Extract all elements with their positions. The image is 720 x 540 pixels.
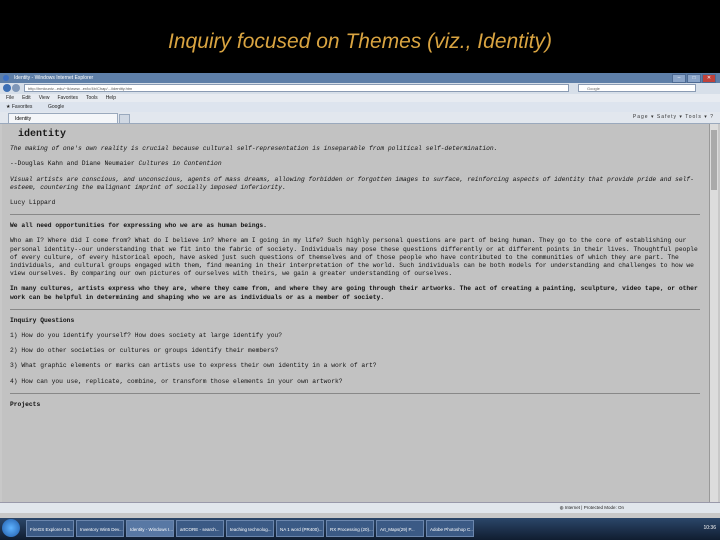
task-item[interactable]: Identity - Windows I... xyxy=(126,520,174,537)
inquiry-heading: Inquiry Questions xyxy=(10,316,75,324)
menu-favorites[interactable]: Favorites xyxy=(57,94,78,102)
window-controls: – □ ✕ xyxy=(672,74,716,83)
globe-icon: ◍ xyxy=(559,505,564,510)
address-bar: http://hmlcuniv...edu/~lk/www...er/ic/4b… xyxy=(0,83,720,94)
question-2: 2) How do other societies or cultures or… xyxy=(10,347,279,355)
projects-heading: Projects xyxy=(10,400,41,408)
browser-screenshot: Identity - Windows Internet Explorer – □… xyxy=(0,73,720,518)
minimize-button[interactable]: – xyxy=(672,74,686,83)
document: identity The making of one's own reality… xyxy=(10,129,700,207)
star-icon: ★ xyxy=(6,104,11,110)
close-button[interactable]: ✕ xyxy=(702,74,716,83)
lippard-attribution: Lucy Lippard xyxy=(10,199,56,207)
divider xyxy=(10,392,700,394)
task-item[interactable]: Inventory Win5 Dev... xyxy=(76,520,124,537)
command-toolbar[interactable]: Page ▾ Safety ▾ Tools ▾ ? xyxy=(633,113,714,122)
document-body: We all need opportunities for expressing… xyxy=(10,222,700,302)
menu-help[interactable]: Help xyxy=(106,94,116,102)
task-item[interactable]: artCORE - search... xyxy=(176,520,224,537)
forward-button[interactable] xyxy=(12,84,20,92)
menu-file[interactable]: File xyxy=(6,94,14,102)
section-heading: We all need opportunities for expressing… xyxy=(10,222,267,230)
search-input[interactable]: Google xyxy=(578,84,696,92)
tab-row: Identity Page ▾ Safety ▾ Tools ▾ ? xyxy=(0,112,720,124)
maximize-button[interactable]: □ xyxy=(687,74,701,83)
menu-edit[interactable]: Edit xyxy=(22,94,31,102)
quote-attribution: --Douglas Kahn and Diane Neumaier Cultur… xyxy=(10,160,222,168)
slide-title: Inquiry focused on Themes (viz., Identit… xyxy=(168,30,552,53)
system-clock[interactable]: 10:36 xyxy=(703,520,716,537)
paragraph-1: Who am I? Where did I come from? What do… xyxy=(10,237,698,278)
page-heading: identity xyxy=(18,129,67,140)
page-content: identity The making of one's own reality… xyxy=(2,124,709,502)
paragraph-2: In many cultures, artists express who th… xyxy=(10,285,698,301)
task-item[interactable]: Art_Maps(29) P... xyxy=(376,520,424,537)
task-item[interactable]: FireGS Explorer 6.5... xyxy=(26,520,74,537)
question-3: 3) What graphic elements or marks can ar… xyxy=(10,362,377,370)
task-list: FireGS Explorer 6.5... Inventory Win5 De… xyxy=(26,520,474,537)
inquiry-section: Inquiry Questions 1) How do you identify… xyxy=(10,317,700,386)
favorite-google[interactable]: Google xyxy=(48,103,64,111)
lippard-quote: Visual artists are conscious, and uncons… xyxy=(10,175,694,191)
task-item[interactable]: RX Processing (20)... xyxy=(326,520,374,537)
scroll-thumb[interactable] xyxy=(711,130,717,190)
divider xyxy=(10,308,700,310)
back-button[interactable] xyxy=(3,84,11,92)
window-title: Identity - Windows Internet Explorer xyxy=(14,75,94,81)
start-button[interactable] xyxy=(2,519,20,537)
ie-icon xyxy=(3,75,9,81)
task-item[interactable]: Adobe Photoshop C... xyxy=(426,520,474,537)
question-4: 4) How can you use, replicate, combine, … xyxy=(10,377,343,385)
menu-tools[interactable]: Tools xyxy=(86,94,98,102)
taskbar: FireGS Explorer 6.5... Inventory Win5 De… xyxy=(0,518,720,540)
divider xyxy=(10,214,700,216)
opening-quote: The making of one's own reality is cruci… xyxy=(10,145,498,153)
url-input[interactable]: http://hmlcuniv...edu/~lk/www...er/ic/4b… xyxy=(24,84,569,92)
projects-section: Projects xyxy=(10,401,700,409)
vertical-scrollbar[interactable] xyxy=(709,124,718,502)
favorites-button[interactable]: ★ Favorites xyxy=(6,103,32,111)
task-item[interactable]: teaching technolog... xyxy=(226,520,274,537)
menu-view[interactable]: View xyxy=(39,94,50,102)
favorites-bar: ★ Favorites Google xyxy=(0,102,720,112)
new-tab-button[interactable] xyxy=(119,114,130,124)
task-item[interactable]: NA 1 word (PR400)... xyxy=(276,520,324,537)
menu-bar: File Edit View Favorites Tools Help xyxy=(0,94,720,102)
tab-identity[interactable]: Identity xyxy=(8,113,118,123)
question-1: 1) How do you identify yourself? How doe… xyxy=(10,332,283,340)
window-titlebar: Identity - Windows Internet Explorer – □… xyxy=(0,73,720,83)
security-zone: ◍ Internet | Protected Mode: On xyxy=(559,505,624,510)
status-bar: ◍ Internet | Protected Mode: On xyxy=(0,502,720,513)
